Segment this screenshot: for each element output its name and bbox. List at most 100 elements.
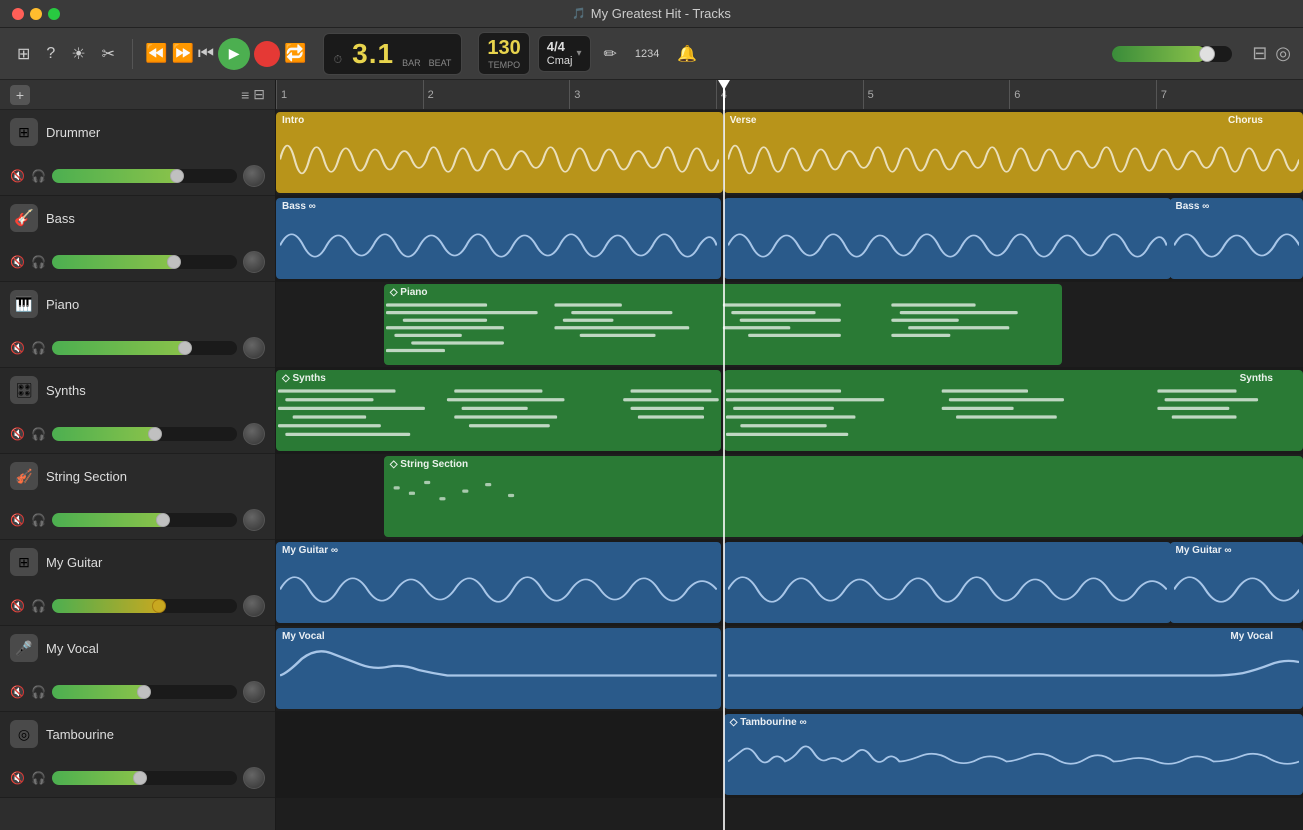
my-guitar-pan[interactable] xyxy=(243,595,265,617)
piano-pan[interactable] xyxy=(243,337,265,359)
maximize-button[interactable] xyxy=(48,8,60,20)
synths-mute[interactable]: 🔇 xyxy=(10,427,25,441)
traffic-lights[interactable] xyxy=(12,8,60,20)
string-section-fader-thumb[interactable] xyxy=(156,513,170,527)
chorus-label: Chorus xyxy=(1228,115,1263,126)
tuner-button[interactable]: 🔔 xyxy=(672,41,702,67)
drummer-label: Drummer xyxy=(46,125,100,140)
track-row-my-guitar: ⊞ My Guitar 🔇 🎧 xyxy=(0,540,275,626)
clip-drummer-intro[interactable]: Intro xyxy=(276,112,723,193)
help-button[interactable]: ? xyxy=(41,42,60,66)
clip-my-guitar-2[interactable] xyxy=(724,542,1171,623)
clip-my-vocal-1[interactable]: My Vocal xyxy=(276,628,721,709)
piano-controls: 🔇 🎧 xyxy=(10,337,265,359)
lane-drummer[interactable]: Intro Verse Chor xyxy=(276,110,1303,196)
drummer-mute[interactable]: 🔇 xyxy=(10,169,25,183)
timesig-display[interactable]: 4/4 Cmaj ▾ xyxy=(538,35,591,71)
drummer-fader-thumb[interactable] xyxy=(170,169,184,183)
clip-label-my-guitar-3: My Guitar ∞ xyxy=(1176,545,1232,556)
master-vol-slider[interactable] xyxy=(1112,46,1232,62)
pencil-button[interactable]: ✏ xyxy=(599,41,622,67)
clip-synths-2[interactable]: Synths xyxy=(724,370,1303,451)
bass-controls: 🔇 🎧 xyxy=(10,251,265,273)
mixer-button[interactable]: ⊟ xyxy=(1252,43,1267,64)
clip-label-synths-2: Synths xyxy=(1240,373,1273,384)
synths-solo[interactable]: 🎧 xyxy=(31,427,46,441)
my-guitar-solo[interactable]: 🎧 xyxy=(31,599,46,613)
drummer-fader[interactable] xyxy=(52,169,237,183)
rewind-button[interactable]: ⏪ xyxy=(145,43,167,64)
piano-mute[interactable]: 🔇 xyxy=(10,341,25,355)
tambourine-pan[interactable] xyxy=(243,767,265,789)
cycle-button[interactable]: 🔁 xyxy=(284,43,306,64)
library-button[interactable]: ⊞ xyxy=(12,41,35,67)
browser-button[interactable]: ◎ xyxy=(1275,43,1291,64)
my-guitar-fader-thumb[interactable] xyxy=(152,599,166,613)
add-track-button[interactable]: + xyxy=(10,85,30,105)
my-vocal-pan[interactable] xyxy=(243,681,265,703)
piano-fader-thumb[interactable] xyxy=(178,341,192,355)
tambourine-solo[interactable]: 🎧 xyxy=(31,771,46,785)
clip-my-guitar-3[interactable]: My Guitar ∞ xyxy=(1170,542,1303,623)
my-vocal-fader[interactable] xyxy=(52,685,237,699)
scissors-button[interactable]: ✂ xyxy=(97,41,120,67)
bass-pan[interactable] xyxy=(243,251,265,273)
clip-label-string-section: ◇ String Section xyxy=(390,459,468,470)
close-button[interactable] xyxy=(12,8,24,20)
drummer-pan[interactable] xyxy=(243,165,265,187)
counter-labels: BAR BEAT xyxy=(402,58,451,70)
bass-mute[interactable]: 🔇 xyxy=(10,255,25,269)
lane-piano[interactable]: ◇ Piano xyxy=(276,282,1303,368)
lane-synths[interactable]: ◇ Synths xyxy=(276,368,1303,454)
my-vocal-fader-thumb[interactable] xyxy=(137,685,151,699)
smart-controls-button[interactable]: ☀ xyxy=(66,41,90,67)
clip-bass-1[interactable]: Bass ∞ xyxy=(276,198,721,279)
clip-bass-2[interactable] xyxy=(724,198,1171,279)
tambourine-fader-thumb[interactable] xyxy=(133,771,147,785)
minimize-button[interactable] xyxy=(30,8,42,20)
clip-tambourine[interactable]: ◇ Tambourine ∞ xyxy=(724,714,1303,795)
master-vol-thumb[interactable] xyxy=(1199,46,1215,62)
bass-fader[interactable] xyxy=(52,255,237,269)
my-vocal-mute[interactable]: 🔇 xyxy=(10,685,25,699)
fast-forward-button[interactable]: ⏩ xyxy=(171,43,193,64)
string-section-fader[interactable] xyxy=(52,513,237,527)
sidebar-list-icon[interactable]: ≡ xyxy=(241,87,249,103)
lane-bass[interactable]: Bass ∞ Bas xyxy=(276,196,1303,282)
bass-fader-thumb[interactable] xyxy=(167,255,181,269)
clip-synths-1[interactable]: ◇ Synths xyxy=(276,370,721,451)
clip-string-section[interactable]: ◇ String Section xyxy=(384,456,1303,537)
piano-solo[interactable]: 🎧 xyxy=(31,341,46,355)
synths-fader-thumb[interactable] xyxy=(148,427,162,441)
string-section-solo[interactable]: 🎧 xyxy=(31,513,46,527)
bass-solo[interactable]: 🎧 xyxy=(31,255,46,269)
clip-drummer-verse[interactable]: Verse Chorus xyxy=(724,112,1303,193)
synths-pan[interactable] xyxy=(243,423,265,445)
string-section-pan[interactable] xyxy=(243,509,265,531)
lane-tambourine[interactable]: ◇ Tambourine ∞ xyxy=(276,712,1303,798)
my-guitar-mute[interactable]: 🔇 xyxy=(10,599,25,613)
sidebar-header: + ≡ ⊟ xyxy=(0,80,275,110)
lane-my-vocal[interactable]: My Vocal My Vocal xyxy=(276,626,1303,712)
clip-my-vocal-2[interactable]: My Vocal xyxy=(724,628,1303,709)
go-start-button[interactable]: ⏮ xyxy=(198,43,214,64)
tempo-display[interactable]: 130 TEMPO xyxy=(478,32,529,75)
lane-string-section[interactable]: ◇ String Section xyxy=(276,454,1303,540)
tambourine-fader[interactable] xyxy=(52,771,237,785)
clip-my-guitar-1[interactable]: My Guitar ∞ xyxy=(276,542,721,623)
string-section-mute[interactable]: 🔇 xyxy=(10,513,25,527)
piano-fader[interactable] xyxy=(52,341,237,355)
sidebar-collapse-icon[interactable]: ⊟ xyxy=(253,86,265,103)
record-button[interactable] xyxy=(254,41,280,67)
tambourine-mute[interactable]: 🔇 xyxy=(10,771,25,785)
my-vocal-solo[interactable]: 🎧 xyxy=(31,685,46,699)
play-button[interactable]: ▶ xyxy=(218,38,250,70)
synths-fader[interactable] xyxy=(52,427,237,441)
lane-my-guitar[interactable]: My Guitar ∞ xyxy=(276,540,1303,626)
clip-piano[interactable]: ◇ Piano xyxy=(384,284,1062,365)
clip-bass-3[interactable]: Bass ∞ xyxy=(1170,198,1303,279)
numbers-button[interactable]: 1234 xyxy=(630,45,664,63)
my-guitar-fader[interactable] xyxy=(52,599,237,613)
drummer-solo[interactable]: 🎧 xyxy=(31,169,46,183)
toolbar-sep-1 xyxy=(132,39,133,69)
